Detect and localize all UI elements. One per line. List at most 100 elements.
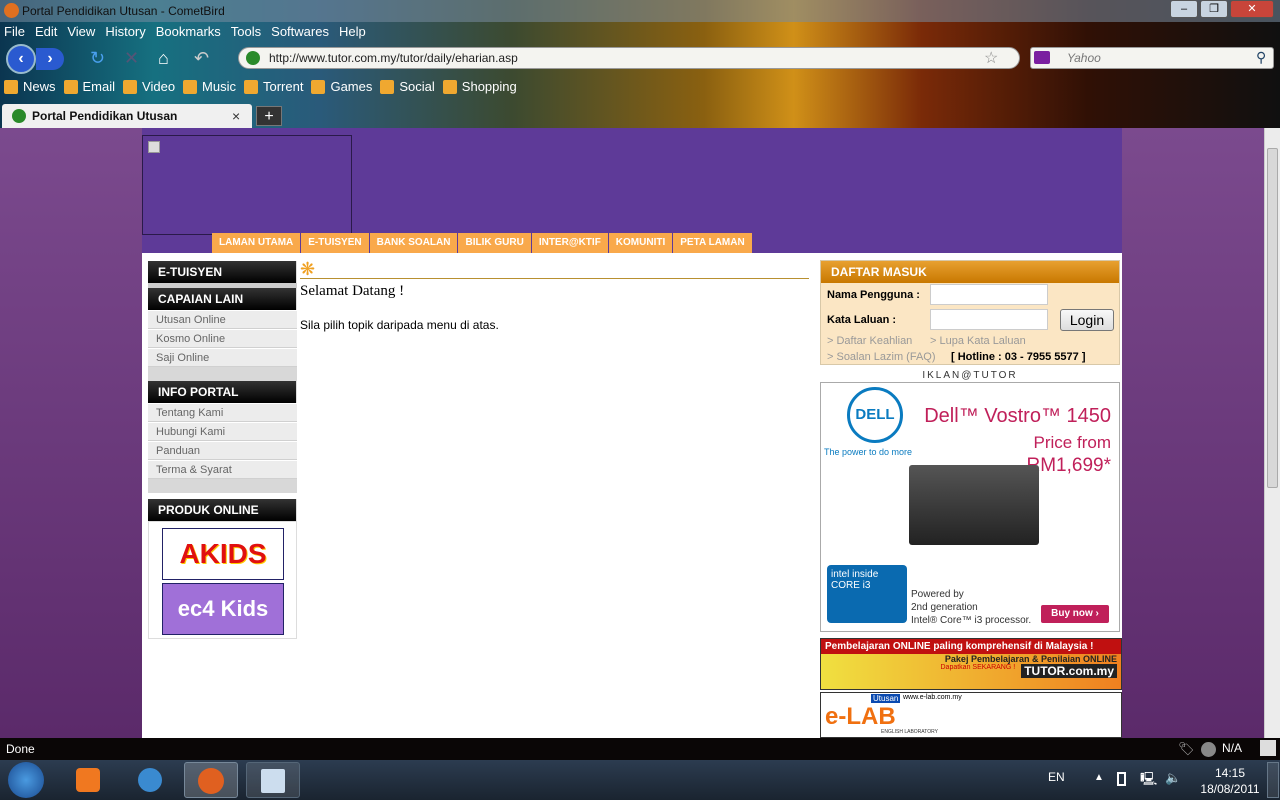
sidebar-capaian-heading: CAPAIAN LAIN bbox=[148, 288, 297, 310]
maximize-button[interactable]: ❐ bbox=[1200, 0, 1228, 18]
bookmark-shopping[interactable]: Shopping bbox=[442, 79, 517, 94]
search-icon[interactable]: ⚲ bbox=[1256, 49, 1266, 66]
flower-icon: ❋ bbox=[300, 260, 809, 279]
sidebar-info-heading: INFO PORTAL bbox=[148, 381, 297, 403]
intel-badge: intel inside CORE i3 bbox=[827, 565, 907, 623]
bookmark-video[interactable]: Video bbox=[123, 79, 175, 94]
back-button[interactable]: ‹ bbox=[6, 44, 36, 74]
sidebar-item-panduan[interactable]: Panduan bbox=[148, 441, 297, 460]
bookmark-music[interactable]: Music bbox=[183, 79, 236, 94]
site-identity-icon[interactable] bbox=[246, 51, 260, 65]
search-input[interactable]: Yahoo bbox=[1030, 47, 1274, 69]
status-bar: Done bbox=[0, 738, 1280, 760]
nav-interaktif[interactable]: INTER@KTIF bbox=[531, 233, 609, 253]
language-indicator[interactable]: EN bbox=[1048, 770, 1065, 784]
login-button[interactable]: Login bbox=[1060, 309, 1114, 331]
password-label: Kata Laluan : bbox=[827, 314, 897, 326]
cometbird-icon bbox=[4, 3, 19, 18]
menu-file[interactable]: File bbox=[4, 22, 25, 42]
sidebar-item-utusan-online[interactable]: Utusan Online bbox=[148, 310, 297, 329]
menu-edit[interactable]: Edit bbox=[35, 22, 57, 42]
battery-icon[interactable] bbox=[1117, 772, 1126, 786]
volume-icon[interactable]: 🔈 bbox=[1165, 770, 1181, 786]
bookmarks-bar: News Email Video Music Torrent Games Soc… bbox=[4, 79, 517, 94]
reload-icon[interactable]: ↻ bbox=[90, 44, 105, 72]
clock[interactable]: 14:15 18/08/2011 bbox=[1200, 765, 1260, 797]
menu-view[interactable]: View bbox=[67, 22, 95, 42]
sidebar-item-kosmo-online[interactable]: Kosmo Online bbox=[148, 329, 297, 348]
nav-bank-soalan[interactable]: BANK SOALAN bbox=[369, 233, 459, 253]
elab-brand: Utusan bbox=[871, 694, 901, 703]
ec4kids-banner[interactable]: ec4 Kids bbox=[162, 583, 284, 635]
close-tab-button[interactable]: × bbox=[232, 108, 240, 124]
elab-site: www.e-lab.com.my bbox=[903, 694, 962, 701]
show-desktop-button[interactable] bbox=[1267, 762, 1279, 798]
bookmark-social[interactable]: Social bbox=[380, 79, 435, 94]
buy-now-button[interactable]: Buy now › bbox=[1041, 605, 1109, 623]
tutor-banner-site: TUTOR.com.my bbox=[1021, 664, 1117, 678]
new-tab-button[interactable]: + bbox=[256, 106, 282, 126]
clock-date: 18/08/2011 bbox=[1200, 782, 1260, 796]
broken-logo-image bbox=[142, 135, 352, 235]
bookmark-news[interactable]: News bbox=[4, 79, 56, 94]
taskbar-media-player[interactable] bbox=[62, 762, 116, 798]
sidebar-e-tuisyen[interactable]: E-TUISYEN bbox=[148, 261, 297, 283]
start-button[interactable] bbox=[8, 762, 44, 798]
dell-ad[interactable]: DELL The power to do more Dell™ Vostro™ … bbox=[820, 382, 1120, 632]
nav-laman-utama[interactable]: LAMAN UTAMA bbox=[212, 233, 302, 253]
vertical-scrollbar[interactable] bbox=[1264, 128, 1280, 738]
status-text: Done bbox=[6, 742, 35, 756]
register-link[interactable]: > Daftar Keahlian bbox=[827, 335, 912, 347]
bookmark-star-icon[interactable]: ☆ bbox=[984, 48, 998, 68]
nav-komuniti[interactable]: KOMUNITI bbox=[608, 233, 674, 253]
clock-time: 14:15 bbox=[1214, 766, 1246, 780]
menu-help[interactable]: Help bbox=[339, 22, 366, 42]
taskbar-notepad[interactable] bbox=[246, 762, 300, 798]
close-window-button[interactable]: ✕ bbox=[1230, 0, 1274, 18]
bookmark-games[interactable]: Games bbox=[311, 79, 372, 94]
stop-icon[interactable]: ✕ bbox=[124, 44, 139, 72]
faq-link[interactable]: > Soalan Lazim (FAQ) bbox=[827, 351, 936, 363]
show-hidden-icons[interactable]: ▲ bbox=[1094, 772, 1104, 783]
akids-banner[interactable]: AKIDS bbox=[162, 528, 284, 580]
sidebar-item-tentang-kami[interactable]: Tentang Kami bbox=[148, 403, 297, 422]
nav-e-tuisyen[interactable]: E-TUISYEN bbox=[301, 233, 370, 253]
sidebar-item-terma[interactable]: Terma & Syarat bbox=[148, 460, 297, 479]
forgot-password-link[interactable]: > Lupa Kata Laluan bbox=[930, 335, 1026, 347]
resize-icon bbox=[1260, 740, 1276, 756]
nav-bilik-guru[interactable]: BILIK GURU bbox=[458, 233, 532, 253]
welcome-text: Sila pilih topik daripada menu di atas. bbox=[300, 318, 499, 332]
nav-peta-laman[interactable]: PETA LAMAN bbox=[673, 233, 753, 253]
menu-bookmarks[interactable]: Bookmarks bbox=[156, 22, 221, 42]
sidebar-item-hubungi-kami[interactable]: Hubungi Kami bbox=[148, 422, 297, 441]
elab-sub: ENGLISH LABORATORY bbox=[881, 729, 938, 735]
username-input[interactable] bbox=[930, 284, 1048, 305]
bookmark-email[interactable]: Email bbox=[63, 79, 115, 94]
forward-button[interactable]: › bbox=[36, 48, 64, 70]
password-input[interactable] bbox=[930, 309, 1048, 330]
rss-icon bbox=[4, 79, 18, 94]
dell-product: Dell™ Vostro™ 1450 bbox=[924, 405, 1111, 427]
menu-softwares[interactable]: Softwares bbox=[271, 22, 329, 42]
tutor-banner-line1: Pembelajaran ONLINE paling komprehensif … bbox=[821, 639, 1121, 654]
taskbar-cometbird[interactable] bbox=[184, 762, 238, 798]
minimize-button[interactable]: – bbox=[1170, 0, 1198, 18]
taskbar-explorer[interactable] bbox=[124, 762, 178, 798]
menu-tools[interactable]: Tools bbox=[231, 22, 261, 42]
undo-close-icon[interactable]: ↶ bbox=[194, 44, 209, 72]
address-bar[interactable]: http://www.tutor.com.my/tutor/daily/ehar… bbox=[238, 47, 1020, 69]
sidebar: E-TUISYEN CAPAIAN LAIN Utusan Online Kos… bbox=[148, 261, 297, 639]
network-icon[interactable]: 🖳 bbox=[1140, 770, 1157, 792]
broken-image-icon bbox=[148, 141, 160, 153]
yahoo-icon[interactable] bbox=[1034, 51, 1050, 64]
status-globe-icon[interactable] bbox=[1201, 742, 1216, 757]
tutor-banner[interactable]: Pembelajaran ONLINE paling komprehensif … bbox=[820, 638, 1122, 690]
sidebar-item-saji-online[interactable]: Saji Online bbox=[148, 348, 297, 367]
elab-banner[interactable]: Utusan www.e-lab.com.my e-LAB ENGLISH LA… bbox=[820, 692, 1122, 738]
tag-icon[interactable]: 🏷 bbox=[1178, 741, 1195, 757]
tab-portal[interactable]: Portal Pendidikan Utusan bbox=[2, 104, 252, 128]
home-icon[interactable]: ⌂ bbox=[158, 44, 169, 72]
menu-history[interactable]: History bbox=[105, 22, 145, 42]
scrollbar-thumb[interactable] bbox=[1267, 148, 1278, 488]
bookmark-torrent[interactable]: Torrent bbox=[244, 79, 303, 94]
